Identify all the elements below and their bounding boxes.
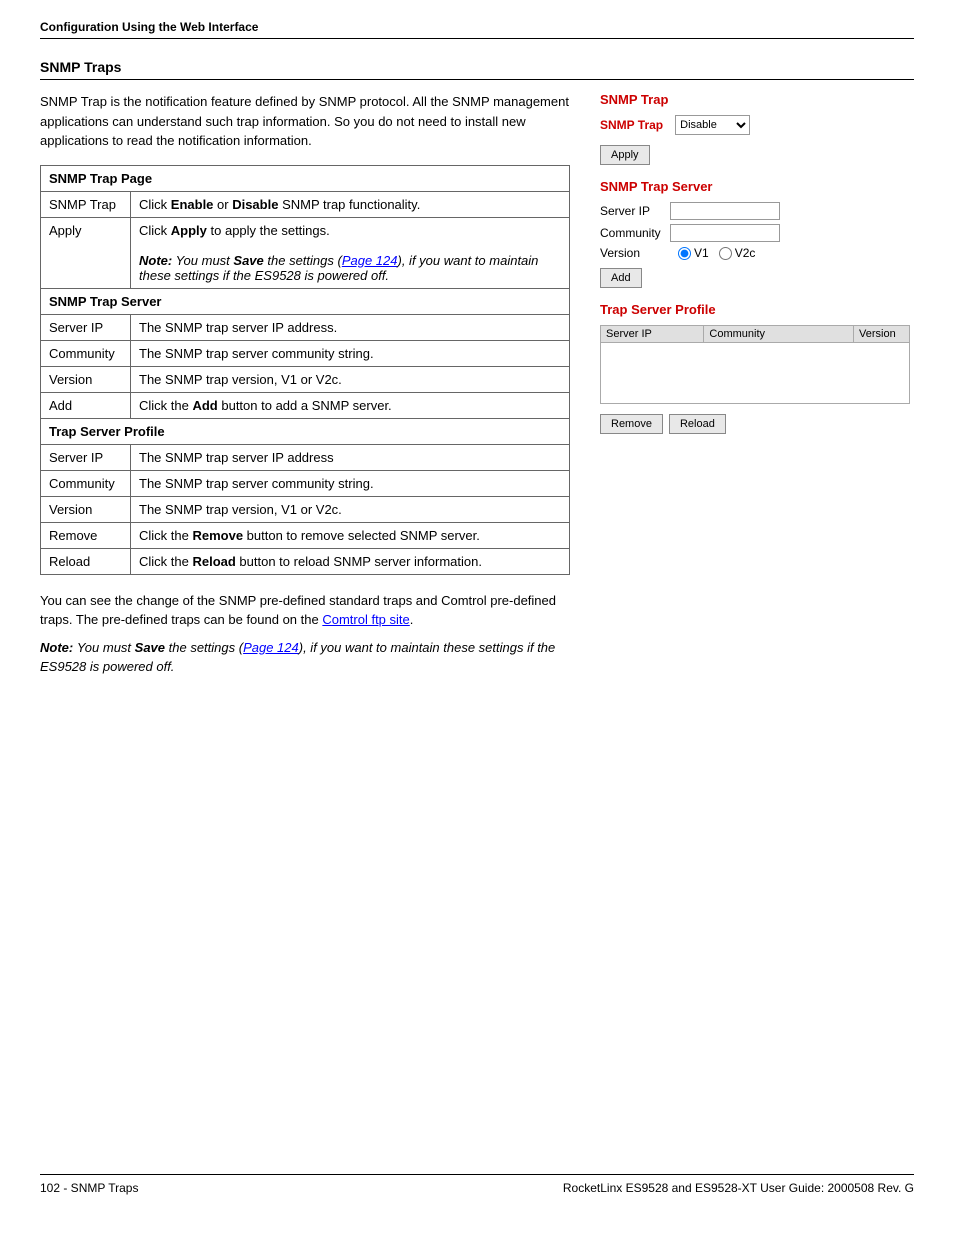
v1-label: V1 (694, 246, 709, 260)
row-label-community: Community (41, 340, 131, 366)
table-row: Server IP The SNMP trap server IP addres… (41, 444, 570, 470)
right-column: SNMP Trap SNMP Trap Disable Enable Apply… (600, 92, 910, 1174)
row-desc-community: The SNMP trap server community string. (131, 340, 570, 366)
table-row: Add Click the Add button to add a SNMP s… (41, 392, 570, 418)
row-label-version: Version (41, 366, 131, 392)
footer-right: RocketLinx ES9528 and ES9528-XT User Gui… (563, 1181, 914, 1195)
row-desc-apply: Click Apply to apply the settings. Note:… (131, 217, 570, 288)
server-ip-row: Server IP (600, 202, 910, 220)
version-label: Version (600, 246, 670, 260)
row-label-profile-server-ip: Server IP (41, 444, 131, 470)
table-row: Remove Click the Remove button to remove… (41, 522, 570, 548)
v2c-radio[interactable] (719, 247, 732, 260)
main-content: SNMP Trap is the notification feature de… (40, 92, 914, 1174)
community-label: Community (600, 226, 670, 240)
row-desc-profile-version: The SNMP trap version, V1 or V2c. (131, 496, 570, 522)
row-desc-profile-community: The SNMP trap server community string. (131, 470, 570, 496)
row-desc-profile-server-ip: The SNMP trap server IP address (131, 444, 570, 470)
col-header-server-ip: Server IP (601, 326, 704, 342)
profile-table-wrapper: Server IP Community Version (600, 325, 910, 404)
row-desc-remove: Click the Remove button to remove select… (131, 522, 570, 548)
page-124-link-2[interactable]: Page 124 (243, 640, 299, 655)
page-124-link-1[interactable]: Page 124 (342, 253, 398, 268)
add-button[interactable]: Add (600, 268, 642, 288)
page-header: Configuration Using the Web Interface (40, 20, 914, 39)
bottom-note-suffix: . (410, 612, 414, 627)
row-label-add: Add (41, 392, 131, 418)
snmp-trap-top-row: SNMP Trap Disable Enable (600, 115, 910, 135)
table-row: Version The SNMP trap version, V1 or V2c… (41, 496, 570, 522)
profile-btn-row: Remove Reload (600, 410, 910, 434)
server-ip-label: Server IP (600, 204, 670, 218)
community-input[interactable] (670, 224, 780, 242)
group-header-snmp-trap-server: SNMP Trap Server (41, 288, 570, 314)
table-row: Version The SNMP trap version, V1 or V2c… (41, 366, 570, 392)
row-label-profile-version: Version (41, 496, 131, 522)
snmp-trap-field-label: SNMP Trap (600, 118, 663, 132)
row-label-profile-community: Community (41, 470, 131, 496)
bottom-note-prefix: You can see the change of the SNMP pre-d… (40, 593, 556, 628)
note2-label: Note: (40, 640, 73, 655)
row-label-remove: Remove (41, 522, 131, 548)
row-label-snmp-trap: SNMP Trap (41, 191, 131, 217)
trap-server-profile-title: Trap Server Profile (600, 302, 910, 317)
table-row: SNMP Trap Server (41, 288, 570, 314)
table-row: SNMP Trap Page (41, 165, 570, 191)
table-row: Community The SNMP trap server community… (41, 470, 570, 496)
group-header-trap-profile: Trap Server Profile (41, 418, 570, 444)
bottom-note: You can see the change of the SNMP pre-d… (40, 591, 570, 630)
row-label-server-ip: Server IP (41, 314, 131, 340)
trap-server-profile-panel: Trap Server Profile Server IP Community … (600, 302, 910, 434)
description-table: SNMP Trap Page SNMP Trap Click Enable or… (40, 165, 570, 575)
row-desc-server-ip: The SNMP trap server IP address. (131, 314, 570, 340)
snmp-trap-panel: SNMP Trap SNMP Trap Disable Enable Apply (600, 92, 910, 165)
col-header-community: Community (704, 326, 854, 342)
header-text: Configuration Using the Web Interface (40, 20, 258, 34)
table-row: Apply Click Apply to apply the settings.… (41, 217, 570, 288)
row-label-apply: Apply (41, 217, 131, 288)
row-desc-add: Click the Add button to add a SNMP serve… (131, 392, 570, 418)
table-row: Community The SNMP trap server community… (41, 340, 570, 366)
server-ip-input[interactable] (670, 202, 780, 220)
table-row: Reload Click the Reload button to reload… (41, 548, 570, 574)
snmp-trap-dropdown[interactable]: Disable Enable (675, 115, 750, 135)
row-desc-snmp-trap: Click Enable or Disable SNMP trap functi… (131, 191, 570, 217)
footer-left: 102 - SNMP Traps (40, 1181, 138, 1195)
section-title: SNMP Traps (40, 59, 914, 80)
table-row: Trap Server Profile (41, 418, 570, 444)
community-row: Community (600, 224, 910, 242)
col-header-version: Version (854, 326, 909, 342)
v1-radio[interactable] (678, 247, 691, 260)
v2c-option[interactable]: V2c (719, 246, 756, 260)
row-desc-version: The SNMP trap version, V1 or V2c. (131, 366, 570, 392)
row-desc-reload: Click the Reload button to reload SNMP s… (131, 548, 570, 574)
profile-scroll-area[interactable] (601, 343, 909, 403)
intro-paragraph: SNMP Trap is the notification feature de… (40, 92, 570, 151)
row-label-reload: Reload (41, 548, 131, 574)
snmp-trap-server-title: SNMP Trap Server (600, 179, 910, 194)
snmp-trap-panel-title: SNMP Trap (600, 92, 910, 107)
reload-button[interactable]: Reload (669, 414, 726, 434)
apply-button[interactable]: Apply (600, 145, 650, 165)
v1-option[interactable]: V1 (678, 246, 709, 260)
version-radio-group: V1 V2c (678, 246, 755, 260)
profile-table-header: Server IP Community Version (601, 326, 909, 343)
left-column: SNMP Trap is the notification feature de… (40, 92, 570, 1174)
note2-body: You must Save the settings (Page 124), i… (40, 640, 555, 675)
group-header-snmp-trap-page: SNMP Trap Page (41, 165, 570, 191)
comtrol-ftp-link[interactable]: Comtrol ftp site (322, 612, 409, 627)
snmp-trap-server-panel: SNMP Trap Server Server IP Community Ver… (600, 179, 910, 288)
version-row: Version V1 V2c (600, 246, 910, 260)
bottom-note2: Note: You must Save the settings (Page 1… (40, 638, 570, 677)
table-row: SNMP Trap Click Enable or Disable SNMP t… (41, 191, 570, 217)
table-row: Server IP The SNMP trap server IP addres… (41, 314, 570, 340)
v2c-label: V2c (735, 246, 756, 260)
page-footer: 102 - SNMP Traps RocketLinx ES9528 and E… (40, 1174, 914, 1195)
remove-button[interactable]: Remove (600, 414, 663, 434)
